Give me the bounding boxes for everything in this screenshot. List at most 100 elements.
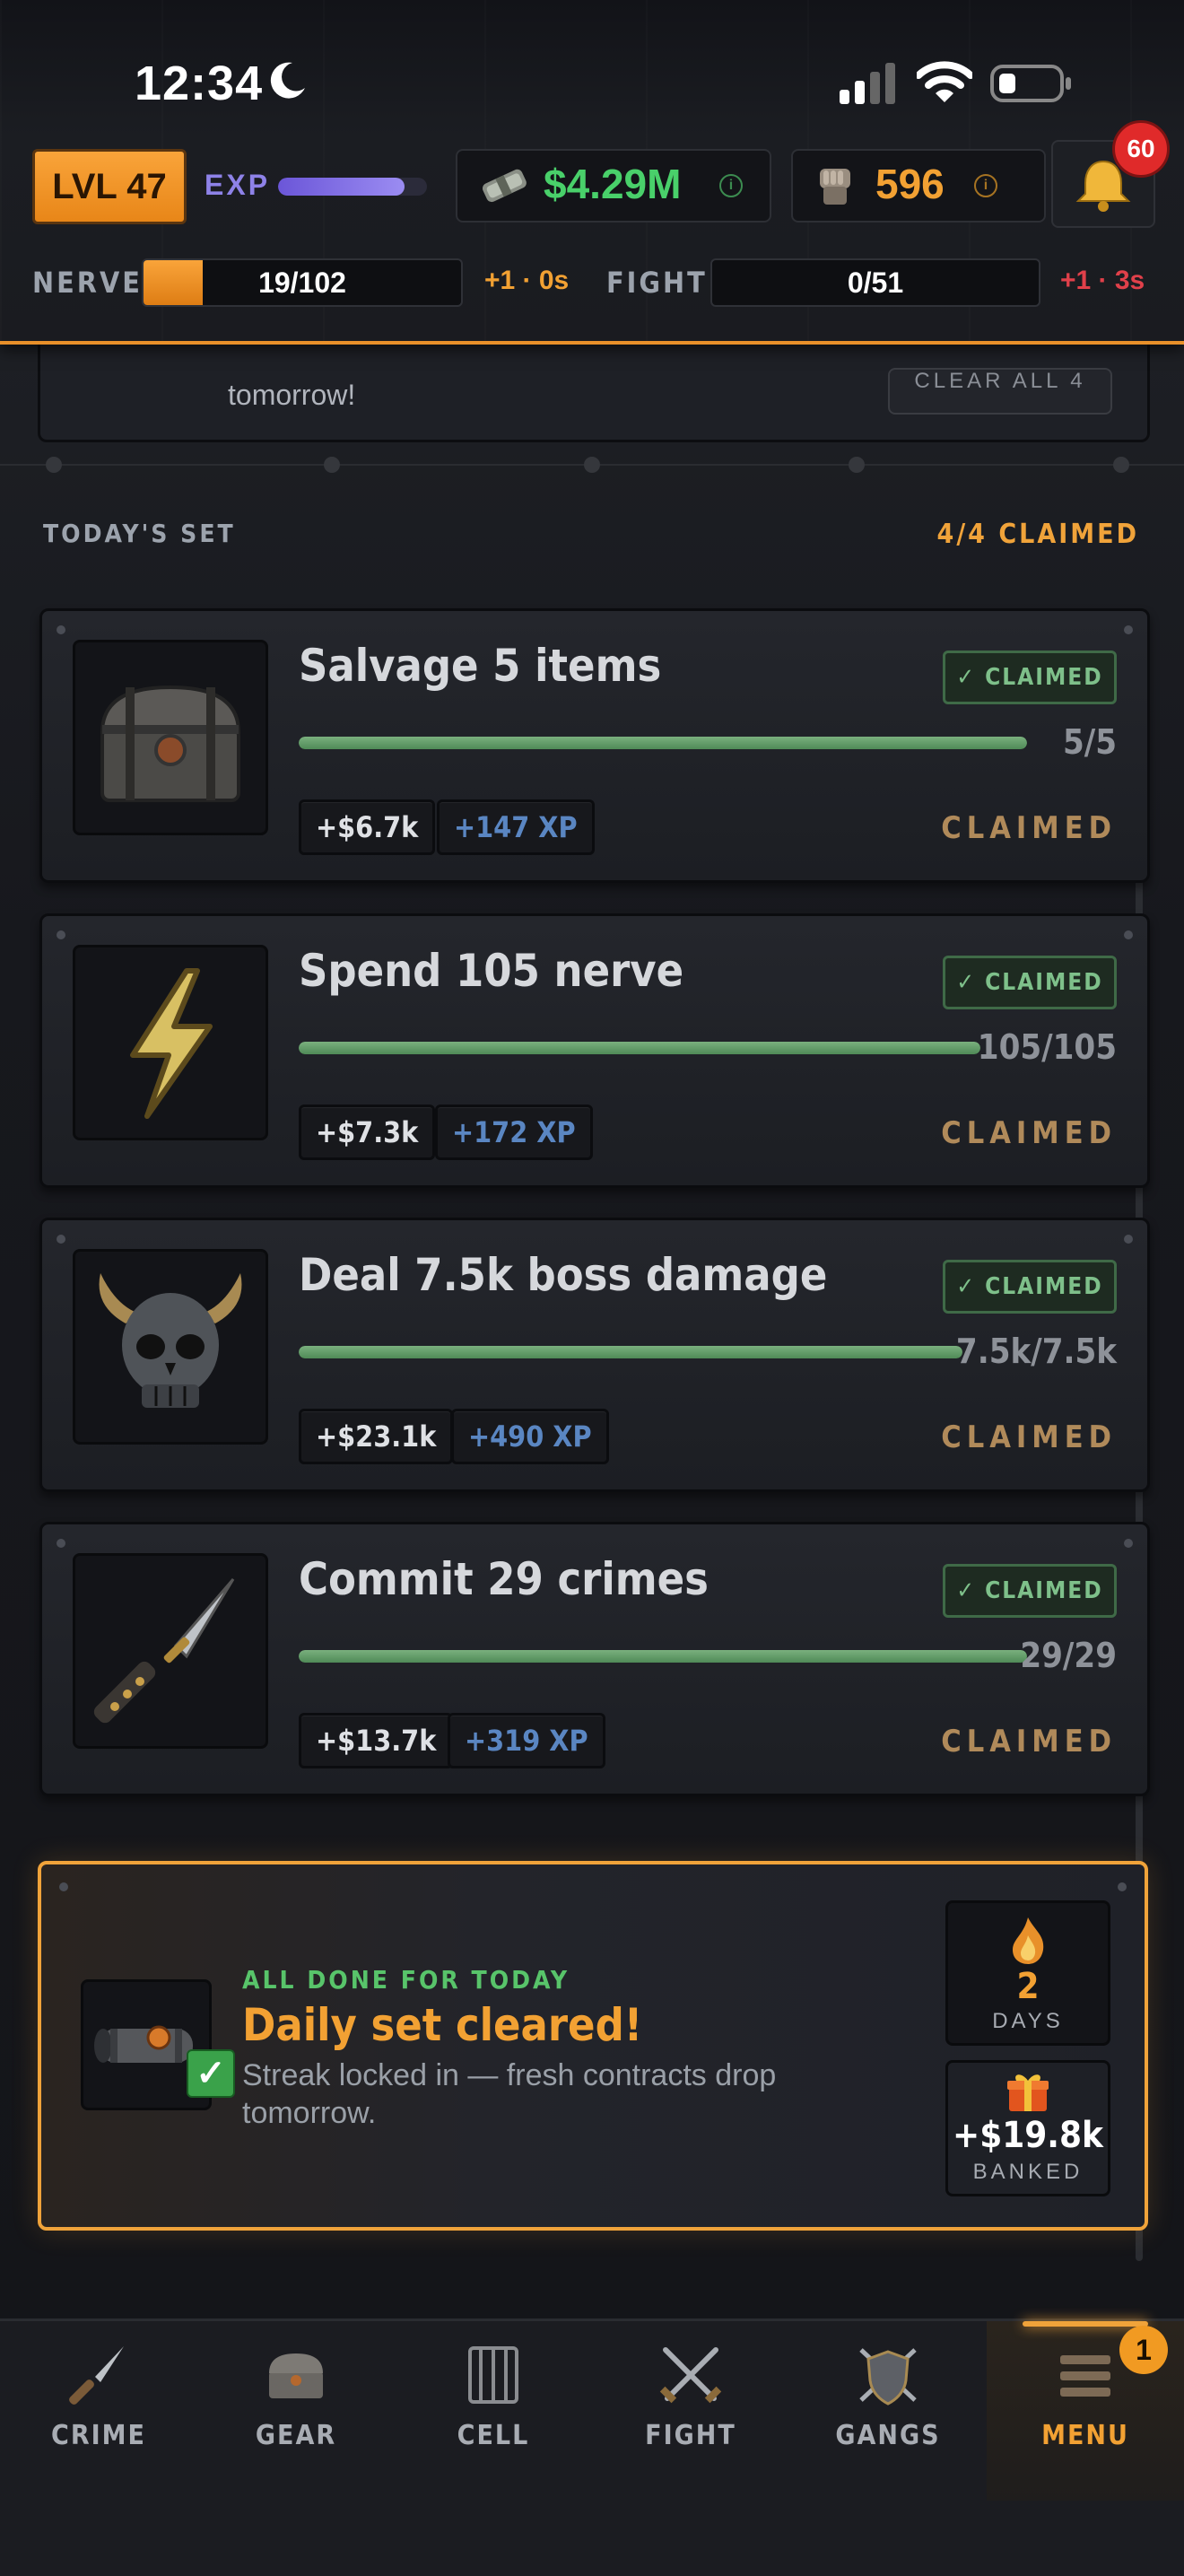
claimed-badge: ✓ CLAIMED: [943, 1564, 1117, 1618]
menu-badge: 1: [1119, 2326, 1168, 2374]
nav-label: CRIME: [51, 2420, 146, 2451]
info-icon[interactable]: i: [719, 174, 743, 197]
section-claimed-count: 4/4 CLAIMED: [936, 519, 1139, 550]
rivet-strip: [0, 457, 1184, 473]
rivet: [57, 1235, 65, 1244]
contract-count: 5/5: [1062, 722, 1117, 762]
claimed-badge: ✓ CLAIMED: [943, 1260, 1117, 1314]
nerve-value: 19/102: [258, 266, 346, 299]
claimed-badge: ✓ CLAIMED: [943, 956, 1117, 1009]
rivet: [1124, 1539, 1133, 1548]
nav-label: GANGS: [835, 2420, 941, 2451]
nav-fight[interactable]: FIGHT: [592, 2321, 789, 2501]
done-subtitle: Streak locked in — fresh contracts drop …: [242, 2058, 777, 2130]
contract-card[interactable]: Commit 29 crimes ✓ CLAIMED 29/29 +$13.7k…: [39, 1522, 1150, 1796]
nav-cell[interactable]: CELL: [395, 2321, 592, 2501]
cash-value: $4.29M: [544, 161, 682, 207]
contract-count: 105/105: [977, 1027, 1117, 1067]
banked-box: +$19.8k BANKED: [945, 2060, 1110, 2196]
xp-reward-chip: +172 XP: [435, 1105, 593, 1160]
status-time: 12:34: [135, 57, 264, 110]
contract-title: Spend 105 nerve: [299, 945, 684, 997]
fight-value: 0/51: [847, 266, 904, 299]
nav-label: MENU: [1041, 2420, 1129, 2451]
cash-reward-chip: +$6.7k: [299, 799, 436, 855]
cash-reward-chip: +$13.7k: [299, 1713, 454, 1768]
contract-progress-bar: [299, 737, 1027, 749]
cell-icon: [468, 2346, 518, 2404]
cash-reward-chip: +$23.1k: [299, 1409, 454, 1464]
fight-bar: 0/51: [710, 258, 1040, 307]
knife-icon: [73, 1553, 268, 1749]
rivet: [57, 625, 65, 634]
contract-progress-bar: [299, 1346, 962, 1358]
flame-icon: [1013, 1917, 1044, 1964]
nerve-label: NERVE: [32, 266, 143, 300]
fists-display[interactable]: 596 i: [791, 149, 1046, 223]
notification-count-badge: 60: [1112, 120, 1170, 178]
info-icon[interactable]: i: [974, 174, 997, 197]
streak-days-value: 2: [1016, 1966, 1040, 2007]
exp-label: EXP: [205, 169, 271, 201]
level-badge[interactable]: LVL 47: [32, 149, 187, 224]
previous-card-text: tomorrow!: [228, 379, 356, 411]
clear-all-button[interactable]: CLEAR ALL 4: [888, 368, 1112, 415]
contract-count: 7.5k/7.5k: [955, 1332, 1117, 1371]
daily-complete-card: ✓ ALL DONE FOR TODAY Daily set cleared! …: [38, 1861, 1148, 2231]
chest-icon: [73, 640, 268, 835]
xp-reward-chip: +490 XP: [451, 1409, 609, 1464]
fists-value: 596: [875, 161, 945, 207]
moon-icon: [270, 62, 305, 99]
done-kicker: ALL DONE FOR TODAY: [242, 1965, 570, 1995]
contract-card[interactable]: Spend 105 nerve ✓ CLAIMED 105/105 +$7.3k…: [39, 913, 1150, 1188]
fight-label: FIGHT: [606, 266, 708, 300]
nerve-regen: +1 · 0s: [484, 266, 570, 295]
contract-progress-bar: [299, 1042, 980, 1054]
rivet: [57, 1539, 65, 1548]
contract-card[interactable]: Deal 7.5k boss damage ✓ CLAIMED 7.5k/7.5…: [39, 1218, 1150, 1492]
wifi-icon: [917, 61, 972, 102]
rivet: [59, 1882, 68, 1891]
streak-days-label: DAYS: [992, 2009, 1064, 2033]
signal-icon: [840, 63, 895, 104]
nav-crime[interactable]: CRIME: [0, 2321, 197, 2501]
xp-reward-chip: +147 XP: [437, 799, 595, 855]
nerve-bar: 19/102: [142, 258, 463, 307]
contract-status: CLAIMED: [941, 1724, 1117, 1760]
banked-label: BANKED: [972, 2160, 1084, 2184]
cash-reward-chip: +$7.3k: [299, 1105, 436, 1160]
contract-progress-fill: [299, 1650, 1027, 1663]
contract-title: Deal 7.5k boss damage: [299, 1249, 828, 1301]
battery-icon: [990, 65, 1071, 102]
shield-icon: [859, 2348, 917, 2406]
nav-gear[interactable]: GEAR: [197, 2321, 395, 2501]
rivet: [1124, 1235, 1133, 1244]
active-indicator: [1023, 2321, 1148, 2327]
rivet: [57, 930, 65, 939]
skull-icon: [73, 1249, 268, 1445]
contract-progress-fill: [299, 737, 1027, 749]
contract-progress-fill: [299, 1042, 980, 1054]
nav-gangs[interactable]: GANGS: [789, 2321, 987, 2501]
xp-reward-chip: +319 XP: [448, 1713, 605, 1768]
fist-icon: [820, 169, 850, 205]
menu-icon: [1060, 2355, 1110, 2397]
contract-progress-bar: [299, 1650, 1027, 1663]
rivet: [1124, 930, 1133, 939]
crossed-swords-icon: [659, 2347, 722, 2404]
exp-bar: [278, 178, 427, 196]
top-bar: 12:34 LVL 47 EXP $4.29M i 596 i 60 NERVE…: [0, 0, 1184, 345]
contract-card[interactable]: Salvage 5 items ✓ CLAIMED 5/5 +$6.7k +14…: [39, 608, 1150, 883]
claimed-badge: ✓ CLAIMED: [943, 651, 1117, 704]
cash-roll-icon: [482, 169, 527, 203]
banked-value: +$19.8k: [953, 2115, 1103, 2156]
knife-icon: [69, 2346, 124, 2405]
lightning-icon: [73, 945, 268, 1140]
rivet: [1118, 1882, 1127, 1891]
chest-icon: [269, 2353, 323, 2398]
rivet: [1124, 625, 1133, 634]
cash-display[interactable]: $4.29M i: [456, 149, 771, 223]
nav-label: FIGHT: [645, 2420, 736, 2451]
section-label: TODAY'S SET: [43, 519, 236, 548]
contract-count: 29/29: [1020, 1636, 1117, 1675]
